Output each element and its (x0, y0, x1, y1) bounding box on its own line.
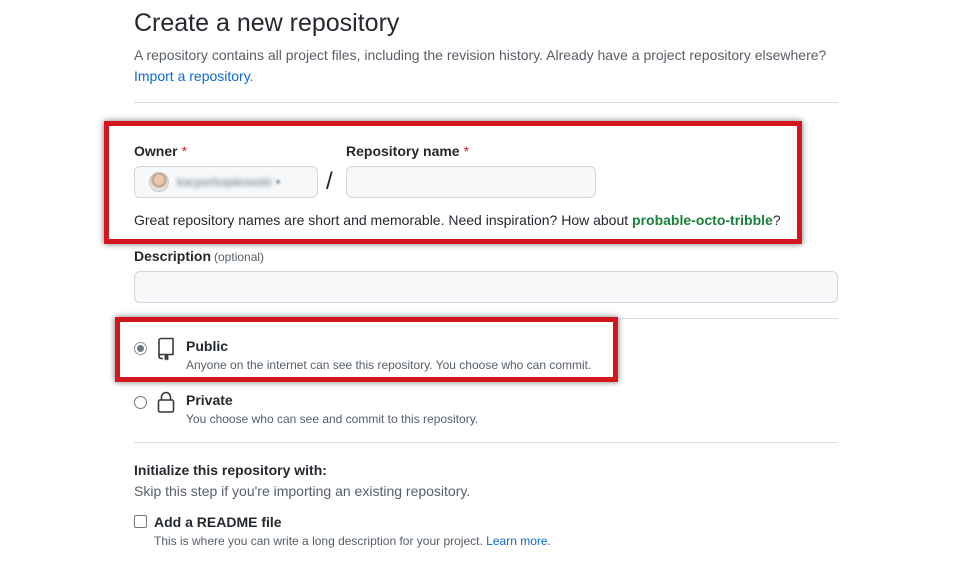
import-line: Import a repository. (134, 66, 254, 86)
readme-checkbox[interactable] (134, 515, 147, 528)
private-radio[interactable] (134, 396, 147, 409)
import-suffix: . (249, 68, 254, 84)
readme-description-line: This is where you can write a long descr… (154, 534, 551, 548)
description-optional: (optional) (214, 250, 265, 264)
readme-suffix: . (547, 534, 551, 548)
private-title: Private (186, 392, 233, 408)
page-subtitle: A repository contains all project files,… (134, 47, 827, 63)
public-highlight-box (115, 317, 618, 382)
initialize-subtitle: Skip this step if you're importing an ex… (134, 483, 471, 499)
page-title: Create a new repository (134, 9, 400, 37)
learn-more-link[interactable]: Learn more (486, 534, 547, 548)
lock-icon (157, 391, 175, 413)
description-label-text: Description (134, 248, 212, 264)
initialize-title: Initialize this repository with: (134, 462, 327, 478)
owner-repo-highlight-box (104, 121, 802, 244)
visibility-divider (134, 442, 838, 443)
readme-label[interactable]: Add a README file (154, 514, 282, 530)
private-description: You choose who can see and commit to thi… (186, 412, 479, 426)
description-input[interactable] (134, 271, 838, 303)
readme-description: This is where you can write a long descr… (154, 534, 483, 548)
header-divider (134, 102, 838, 103)
import-repository-link[interactable]: Import a repository (134, 68, 250, 84)
description-label: Description (optional) (134, 248, 264, 264)
